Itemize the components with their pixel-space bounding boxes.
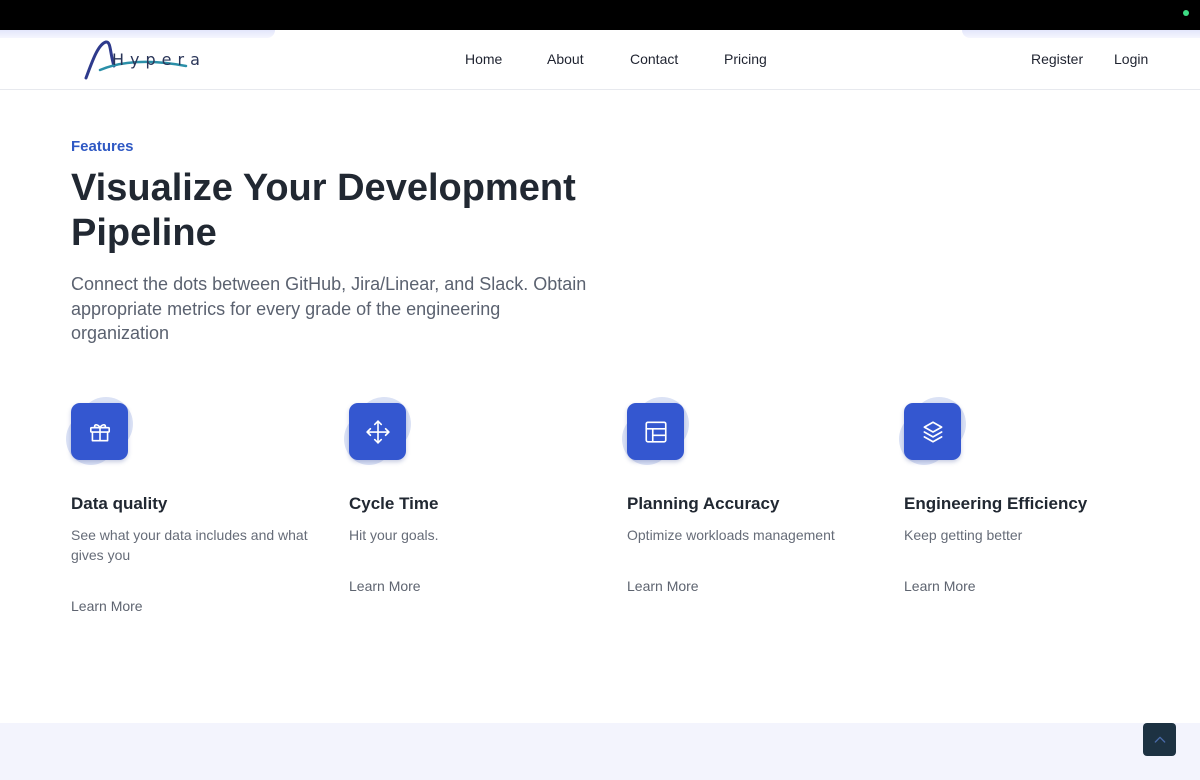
move-arrows-icon	[349, 403, 406, 460]
feature-card-cycle-time: Cycle Time Hit your goals. Learn More	[344, 397, 609, 594]
login-link[interactable]: Login	[1114, 51, 1148, 67]
chevron-up-icon	[1154, 736, 1165, 743]
back-to-top-button[interactable]	[1143, 723, 1176, 756]
page-subtitle: Connect the dots between GitHub, Jira/Li…	[71, 274, 587, 343]
learn-more-link[interactable]: Learn More	[627, 578, 699, 594]
gift-icon	[71, 403, 128, 460]
feature-description: Hit your goals.	[349, 527, 439, 543]
footer-band	[0, 723, 1200, 780]
browser-top-bar	[0, 0, 1200, 30]
brand-logo[interactable]: Hypera	[84, 40, 200, 82]
nav-contact[interactable]: Contact	[630, 51, 678, 67]
nav-pricing[interactable]: Pricing	[724, 51, 767, 67]
learn-more-link[interactable]: Learn More	[71, 598, 143, 614]
feature-description: See what your data includes and what giv…	[71, 527, 308, 563]
brand-name: Hypera	[112, 50, 206, 69]
feature-title: Data quality	[71, 494, 168, 513]
navbar: Hypera Home About Contact Pricing Regist…	[0, 30, 1200, 90]
feature-title: Planning Accuracy	[627, 494, 780, 513]
feature-description: Optimize workloads management	[627, 527, 835, 543]
feature-card-data-quality: Data quality See what your data includes…	[66, 397, 331, 614]
learn-more-link[interactable]: Learn More	[349, 578, 421, 594]
layout-icon	[627, 403, 684, 460]
feature-card-planning-accuracy: Planning Accuracy Optimize workloads man…	[622, 397, 887, 594]
page-title: Visualize Your Development Pipeline	[71, 167, 576, 254]
register-link[interactable]: Register	[1031, 51, 1083, 67]
section-eyebrow: Features	[71, 138, 134, 155]
feature-card-engineering-efficiency: Engineering Efficiency Keep getting bett…	[899, 397, 1164, 594]
nav-about[interactable]: About	[547, 51, 584, 67]
nav-home[interactable]: Home	[465, 51, 502, 67]
learn-more-link[interactable]: Learn More	[904, 578, 976, 594]
feature-title: Cycle Time	[349, 494, 439, 513]
layers-icon	[904, 403, 961, 460]
feature-description: Keep getting better	[904, 527, 1023, 543]
status-dot	[1183, 10, 1189, 16]
feature-title: Engineering Efficiency	[904, 494, 1088, 513]
